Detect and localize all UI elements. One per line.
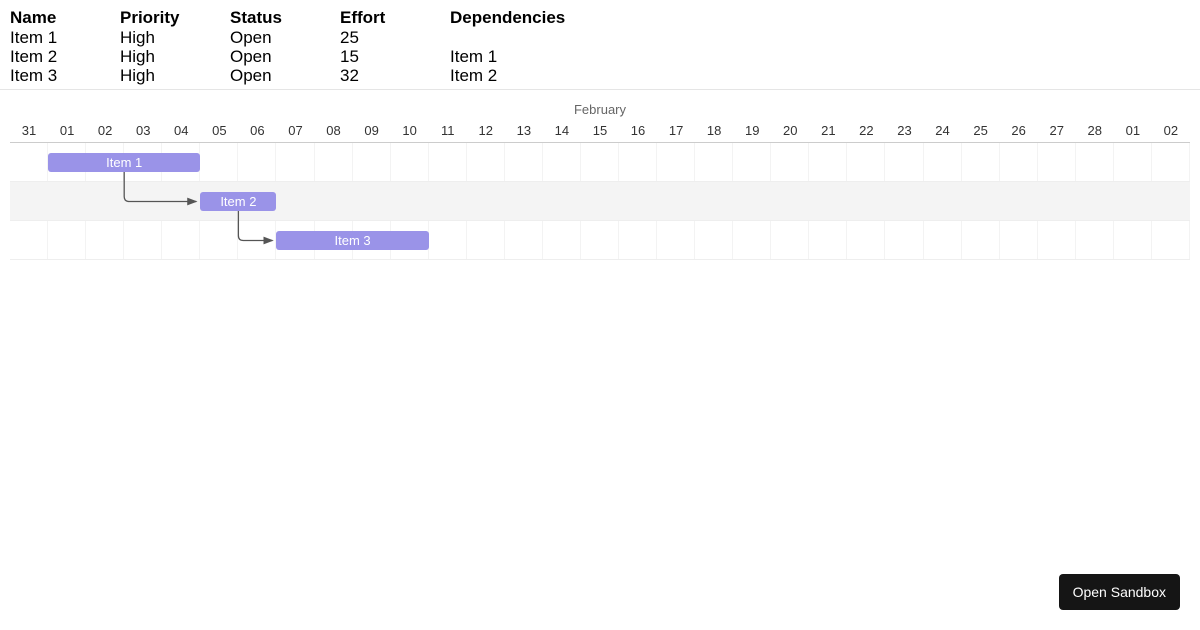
gantt-day-cell: 06 — [238, 123, 276, 142]
table-row[interactable]: Item 1 High Open 25 — [10, 28, 1190, 47]
gantt-day-cell: 26 — [1000, 123, 1038, 142]
gantt-day-cell: 05 — [200, 123, 238, 142]
header-status: Status — [230, 8, 340, 28]
header-dependencies: Dependencies — [450, 8, 1190, 28]
cell-dependencies: Item 2 — [450, 66, 1190, 85]
gantt-chart: February 3101020304050607080910111213141… — [0, 90, 1200, 273]
cell-status: Open — [230, 66, 340, 85]
gantt-day-cell: 14 — [543, 123, 581, 142]
gantt-day-cell: 08 — [315, 123, 353, 142]
gantt-day-cell: 13 — [505, 123, 543, 142]
header-priority: Priority — [120, 8, 230, 28]
gantt-row: Item 1 — [10, 143, 1190, 182]
cell-status: Open — [230, 28, 340, 47]
items-table: Name Priority Status Effort Dependencies… — [0, 0, 1200, 90]
cell-dependencies: Item 1 — [450, 47, 1190, 66]
gantt-bar-item-2[interactable]: Item 2 — [200, 192, 276, 211]
gantt-day-cell: 28 — [1076, 123, 1114, 142]
cell-effort: 25 — [340, 28, 450, 47]
cell-dependencies — [450, 28, 1190, 47]
header-effort: Effort — [340, 8, 450, 28]
gantt-rows: Item 1 Item 2 Item 3 — [10, 143, 1190, 260]
cell-status: Open — [230, 47, 340, 66]
gantt-day-cell: 25 — [962, 123, 1000, 142]
gantt-row: Item 2 — [10, 182, 1190, 221]
gantt-day-cell: 04 — [162, 123, 200, 142]
open-sandbox-button[interactable]: Open Sandbox — [1059, 574, 1180, 610]
gantt-day-cell: 11 — [429, 123, 467, 142]
gantt-day-cell: 03 — [124, 123, 162, 142]
gantt-day-cell: 18 — [695, 123, 733, 142]
gantt-day-cell: 01 — [1114, 123, 1152, 142]
table-row[interactable]: Item 3 High Open 32 Item 2 — [10, 66, 1190, 85]
cell-priority: High — [120, 47, 230, 66]
gantt-day-cell: 22 — [847, 123, 885, 142]
gantt-day-cell: 07 — [276, 123, 314, 142]
gantt-bar-item-1[interactable]: Item 1 — [48, 153, 200, 172]
gantt-day-cell: 01 — [48, 123, 86, 142]
cell-name: Item 1 — [10, 28, 120, 47]
gantt-bar-item-3[interactable]: Item 3 — [276, 231, 428, 250]
cell-effort: 32 — [340, 66, 450, 85]
gantt-day-cell: 31 — [10, 123, 48, 142]
cell-name: Item 3 — [10, 66, 120, 85]
gantt-day-cell: 10 — [391, 123, 429, 142]
gantt-day-cell: 24 — [924, 123, 962, 142]
gantt-day-cell: 12 — [467, 123, 505, 142]
cell-name: Item 2 — [10, 47, 120, 66]
gantt-row: Item 3 — [10, 221, 1190, 260]
gantt-day-cell: 17 — [657, 123, 695, 142]
gantt-day-cell: 19 — [733, 123, 771, 142]
gantt-day-cell: 21 — [809, 123, 847, 142]
gantt-day-cell: 23 — [885, 123, 923, 142]
gantt-day-header: 3101020304050607080910111213141516171819… — [10, 123, 1190, 143]
gantt-day-cell: 15 — [581, 123, 619, 142]
table-row[interactable]: Item 2 High Open 15 Item 1 — [10, 47, 1190, 66]
gantt-day-cell: 20 — [771, 123, 809, 142]
gantt-day-cell: 02 — [1152, 123, 1190, 142]
table-header-row: Name Priority Status Effort Dependencies — [10, 8, 1190, 28]
gantt-day-cell: 02 — [86, 123, 124, 142]
gantt-month-label: February — [0, 90, 1200, 123]
cell-priority: High — [120, 28, 230, 47]
cell-priority: High — [120, 66, 230, 85]
cell-effort: 15 — [340, 47, 450, 66]
header-name: Name — [10, 8, 120, 28]
gantt-day-cell: 27 — [1038, 123, 1076, 142]
gantt-day-cell: 16 — [619, 123, 657, 142]
gantt-day-cell: 09 — [353, 123, 391, 142]
